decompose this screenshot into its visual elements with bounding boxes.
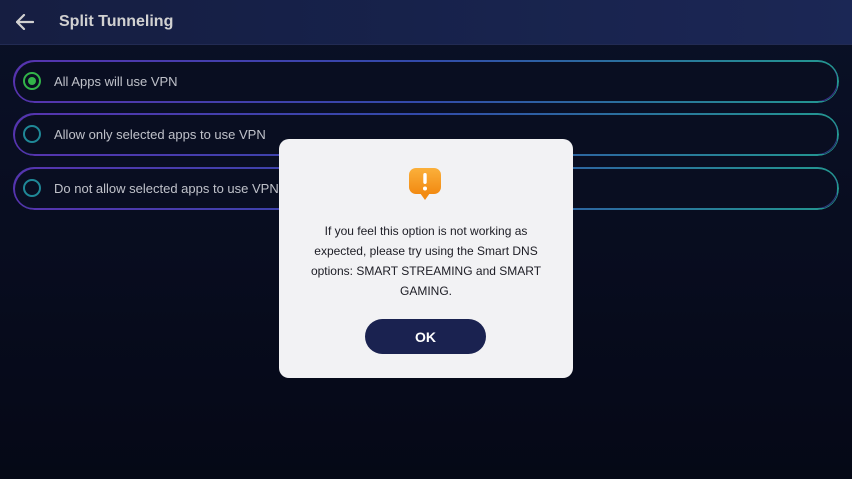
warning-icon (409, 168, 441, 200)
ok-button[interactable]: OK (365, 319, 486, 354)
dialog-message: If you feel this option is not working a… (310, 224, 542, 298)
warning-dialog: If you feel this option is not working a… (279, 139, 573, 378)
